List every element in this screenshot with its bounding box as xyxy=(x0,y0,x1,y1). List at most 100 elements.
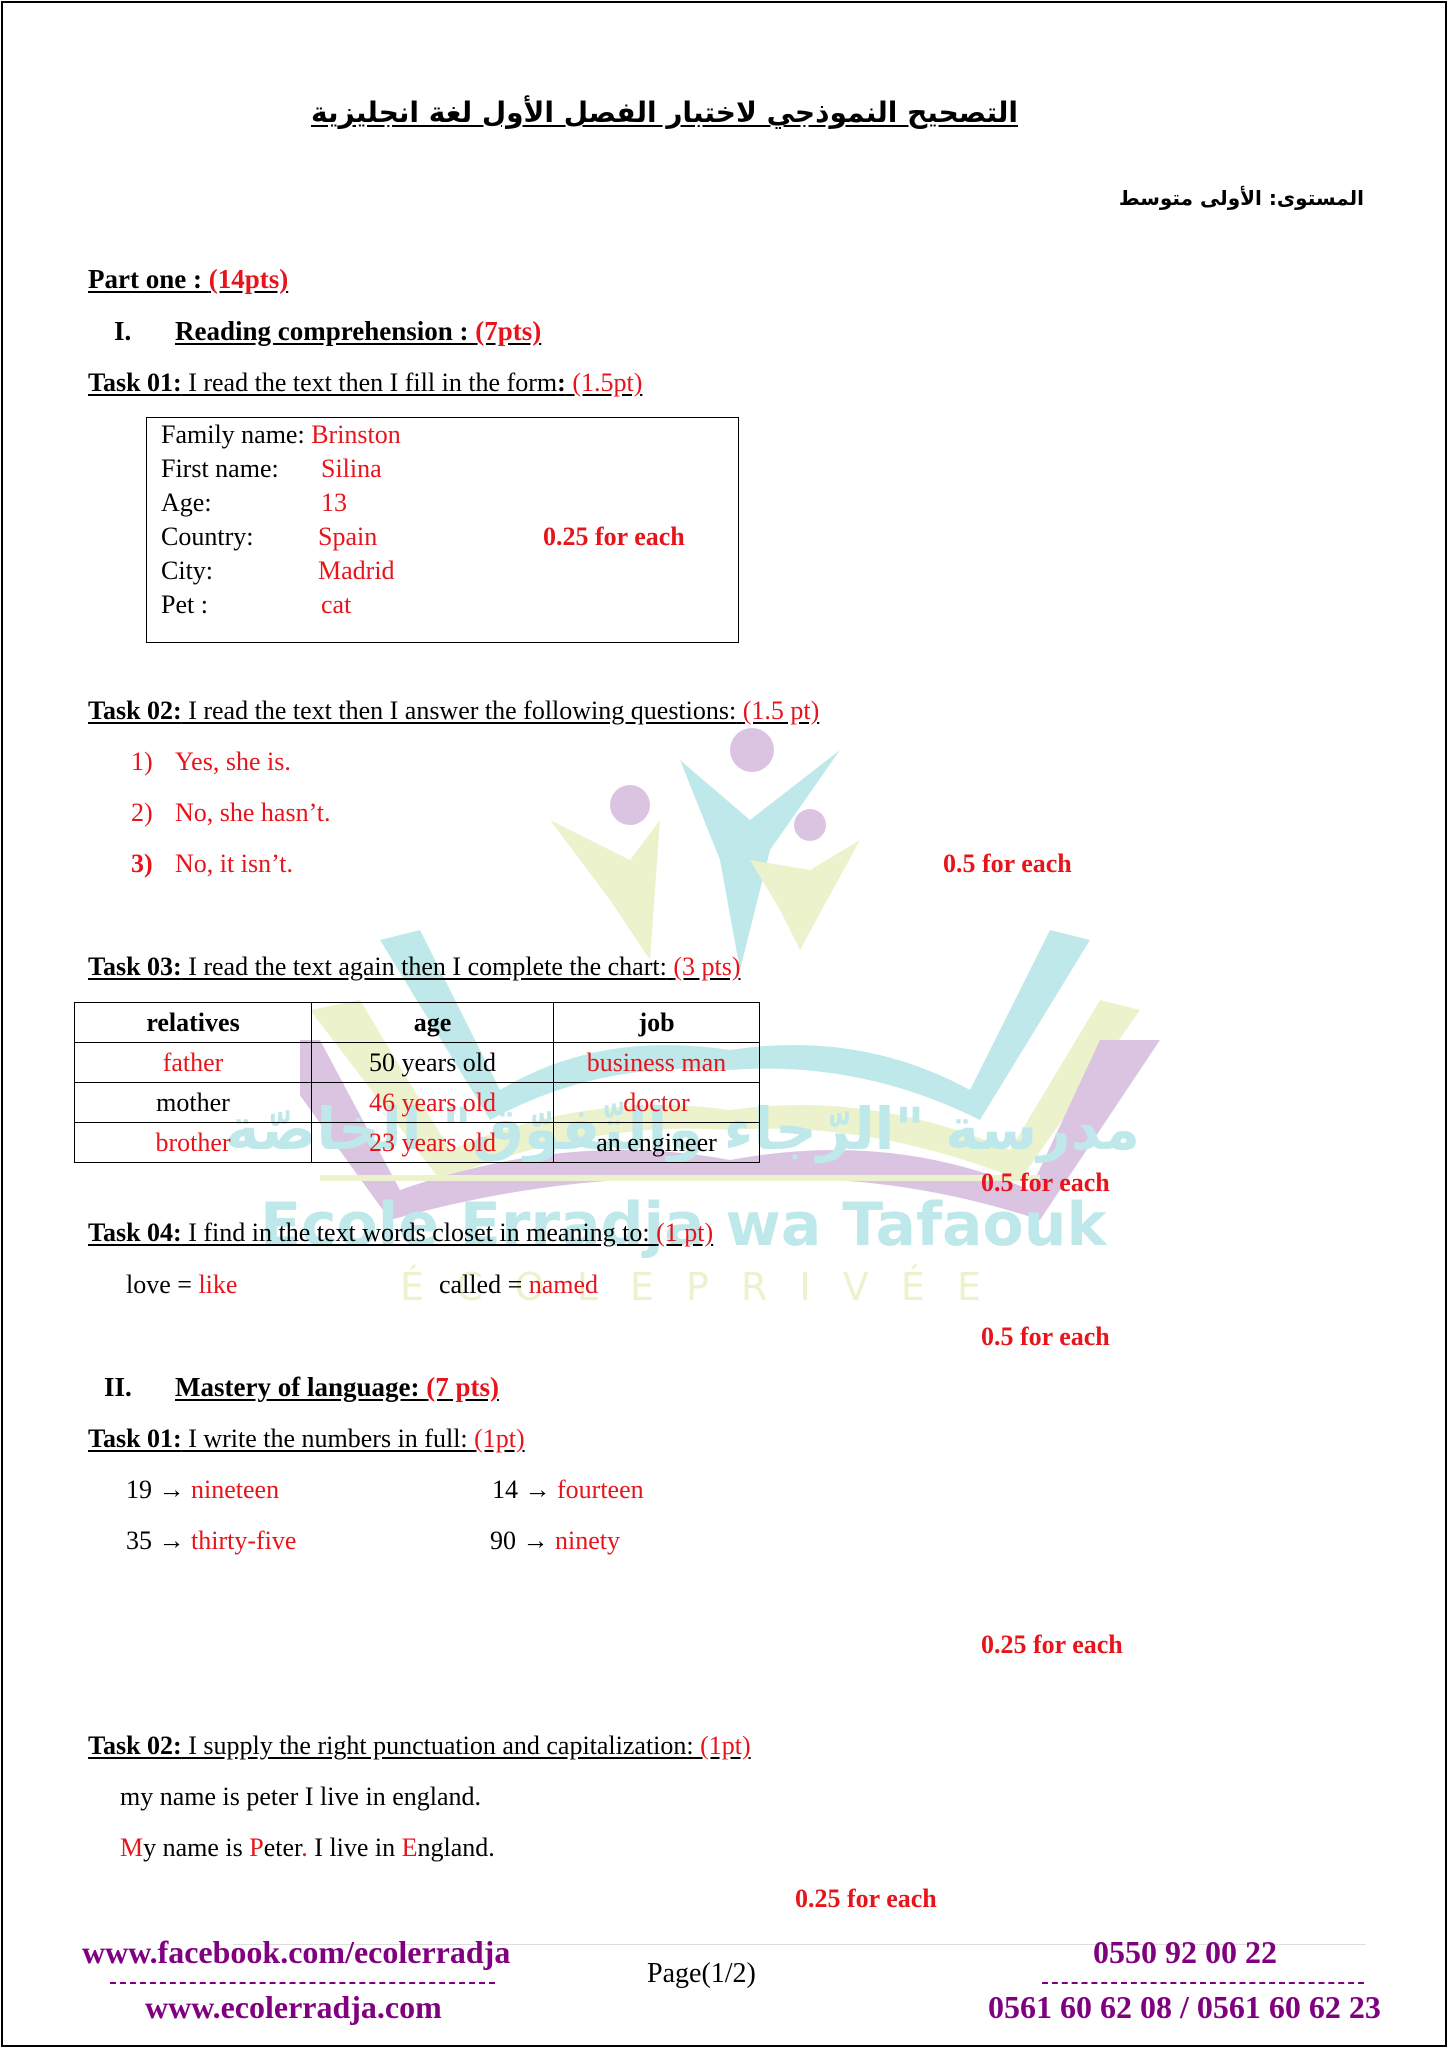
task-3-grading: 0.5 for each xyxy=(981,1168,1110,1197)
answer-2: 2) No, she hasn’t. xyxy=(131,798,331,828)
footer-dashed-line xyxy=(1042,1982,1364,1984)
form-label: City: xyxy=(161,556,214,585)
form-value: Madrid xyxy=(318,556,395,585)
task-3-label: Task 03: xyxy=(88,952,182,981)
answer-3: 3) No, it isn’t. xyxy=(131,849,293,879)
number-value: 19 → xyxy=(126,1475,191,1504)
page-label: Page xyxy=(647,1958,702,1989)
sentence-fragment: y name is xyxy=(143,1833,250,1862)
form-row-family-name: Family name: Brinston xyxy=(161,420,401,450)
page-count: (1/2) xyxy=(701,1958,756,1989)
answer-text: No, it isn’t. xyxy=(175,849,293,878)
numbers-task-grading: 0.25 for each xyxy=(981,1630,1123,1659)
task-2-heading: Task 02: I read the text then I answer t… xyxy=(88,696,819,726)
number-words: fourteen xyxy=(557,1475,644,1504)
table-cell: 50 years old xyxy=(311,1042,554,1083)
task-2-label: Task 02: xyxy=(88,696,182,725)
task-4-heading: Task 04: I find in the text words closet… xyxy=(88,1218,713,1248)
original-sentence: my name is peter I live in england. xyxy=(120,1782,482,1811)
form-value: 13 xyxy=(321,488,347,517)
corrected-sentence: My name is Peter. I live in England. xyxy=(120,1833,495,1863)
task-1-text: I read the text then I fill in the form xyxy=(181,368,558,397)
task-1-grading: 0.25 for each xyxy=(543,522,685,551)
level-label: المستوى: الأولى متوسط xyxy=(1118,186,1364,210)
number-words: thirty-five xyxy=(191,1526,297,1555)
correction-mark: E xyxy=(401,1833,418,1862)
form-value: cat xyxy=(321,590,352,619)
section-1-numeral: I. xyxy=(114,316,132,346)
part-one-points: (14pts) xyxy=(208,264,289,294)
answer-1: 1) Yes, she is. xyxy=(131,747,291,777)
correction-mark: P xyxy=(249,1833,264,1862)
column-header: relatives xyxy=(74,1002,312,1043)
punctuation-task-heading: Task 02: I supply the right punctuation … xyxy=(88,1731,751,1761)
form-value: Silina xyxy=(321,454,382,483)
numbers-task-points: (1pt) xyxy=(474,1424,525,1453)
punctuation-task-points: (1pt) xyxy=(700,1731,751,1760)
form-label: Family name: xyxy=(161,420,305,449)
task-4-points: (1 pt) xyxy=(656,1218,714,1247)
sentence-fragment: I live in xyxy=(307,1833,402,1862)
answer-text: Yes, she is. xyxy=(175,747,291,776)
task-1-points: (1.5pt) xyxy=(572,368,643,397)
synonym-word: love = xyxy=(126,1270,199,1299)
form-value: Spain xyxy=(318,522,378,551)
task-1-colon: : xyxy=(557,368,566,397)
answer-number: 3) xyxy=(131,849,153,878)
punctuation-task-grading: 0.25 for each xyxy=(795,1884,937,1913)
number-value: 14 → xyxy=(492,1475,557,1504)
numbers-task-label: Task 01: xyxy=(88,1424,182,1453)
form-label: Country: xyxy=(161,522,254,551)
task-2-text: I read the text then I answer the follow… xyxy=(181,696,737,725)
section-2-points: (7 pts) xyxy=(426,1372,499,1402)
part-one-heading: Part one : (14pts) xyxy=(88,264,288,295)
column-header: job xyxy=(553,1002,760,1043)
footer-phone-1: 0550 92 00 22 xyxy=(1093,1934,1277,1970)
task-1-label: Task 01: xyxy=(88,368,182,397)
punctuation-task-label: Task 02: xyxy=(88,1731,182,1760)
synonym-pair-2: called = named xyxy=(439,1270,598,1300)
number-item: 19 → nineteen xyxy=(126,1475,279,1505)
table-cell: mother xyxy=(74,1082,312,1123)
correction-mark: M xyxy=(120,1833,144,1862)
task-2-points: (1.5 pt) xyxy=(742,696,820,725)
answer-text: No, she hasn’t. xyxy=(175,798,331,827)
table-cell: business man xyxy=(553,1042,760,1083)
table-cell: father xyxy=(74,1042,312,1083)
form-row-age: Age: 13 xyxy=(161,488,347,518)
answer-number: 1) xyxy=(131,747,153,776)
footer-phone-2: 0561 60 62 08 / 0561 60 62 23 xyxy=(988,1989,1381,2025)
task-3-heading: Task 03: I read the text again then I co… xyxy=(88,952,741,982)
section-2-label: Mastery of language: xyxy=(175,1372,420,1402)
table-row: brother 23 years old an engineer xyxy=(74,1122,760,1163)
answer-number: 2) xyxy=(131,798,153,827)
synonym-answer: named xyxy=(528,1270,599,1299)
number-words: ninety xyxy=(555,1526,620,1555)
section-1-label: Reading comprehension : xyxy=(175,316,469,346)
form-row-first-name: First name: Silina xyxy=(161,454,382,484)
task-4-label: Task 04: xyxy=(88,1218,182,1247)
footer-dashed-line xyxy=(110,1982,495,1984)
task-4-grading: 0.5 for each xyxy=(981,1322,1110,1351)
part-one-label: Part one : xyxy=(88,264,202,294)
table-cell: 23 years old xyxy=(311,1122,554,1163)
column-header: age xyxy=(311,1002,554,1043)
table-cell: an engineer xyxy=(553,1122,760,1163)
footer-website-link[interactable]: www.ecolerradja.com xyxy=(145,1989,442,2026)
number-words: nineteen xyxy=(191,1475,280,1504)
form-row-pet: Pet : cat xyxy=(161,590,351,620)
table-cell: 46 years old xyxy=(311,1082,554,1123)
synonym-word: called = xyxy=(439,1270,529,1299)
form-value: Brinston xyxy=(311,420,401,449)
number-value: 35 → xyxy=(126,1526,191,1555)
section-2-numeral: II. xyxy=(104,1372,132,1402)
number-item: 35 → thirty-five xyxy=(126,1526,296,1556)
footer-facebook-link[interactable]: www.facebook.com/ecolerradja xyxy=(82,1934,510,1971)
form-label: Age: xyxy=(161,488,212,517)
task-3-points: (3 pts) xyxy=(673,952,741,981)
table-header-row: relatives age job xyxy=(74,1002,760,1043)
punctuation-task-text: I supply the right punctuation and capit… xyxy=(181,1731,694,1760)
section-1-heading: Reading comprehension : (7pts) xyxy=(175,316,541,347)
task-3-text: I read the text again then I complete th… xyxy=(181,952,667,981)
numbers-task-heading: Task 01: I write the numbers in full: (1… xyxy=(88,1424,525,1454)
